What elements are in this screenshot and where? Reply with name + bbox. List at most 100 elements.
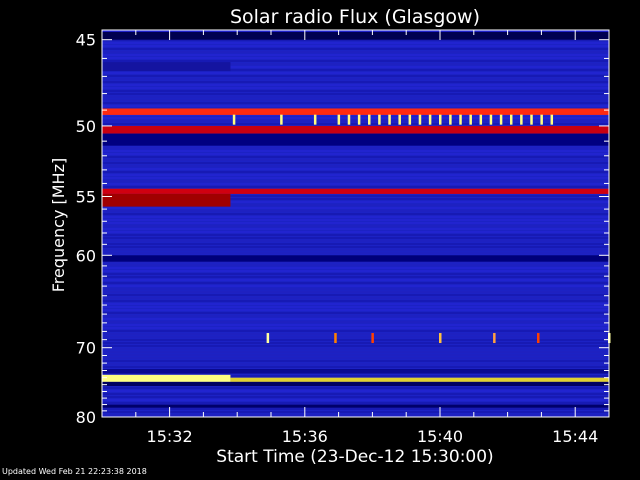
channel-stripe	[102, 303, 609, 305]
channel-stripe	[102, 297, 609, 299]
channel-stripe	[102, 273, 609, 275]
channel-stripe	[102, 84, 609, 86]
channel-stripe	[102, 162, 609, 164]
frequency-band	[102, 381, 609, 387]
channel-stripe	[102, 390, 609, 392]
channel-stripe	[102, 87, 609, 89]
burst-mark	[439, 114, 442, 125]
channel-stripe	[102, 321, 609, 323]
channel-stripe	[102, 309, 609, 311]
channel-stripe	[102, 102, 609, 104]
channel-stripe	[102, 315, 609, 317]
channel-stripe	[102, 300, 609, 302]
channel-stripe	[102, 159, 609, 161]
burst-mark	[408, 114, 412, 125]
channel-stripe	[102, 318, 609, 320]
channel-stripe	[102, 177, 609, 179]
y-tick-label: 50	[76, 117, 96, 136]
channel-stripe	[102, 336, 609, 338]
burst-mark	[469, 114, 472, 125]
channel-stripe	[102, 231, 609, 233]
channel-stripe	[102, 411, 609, 413]
x-tick-label: 15:36	[282, 427, 328, 446]
burst-mark	[540, 114, 543, 125]
channel-stripe	[102, 285, 609, 287]
channel-stripe	[102, 222, 609, 224]
x-tick-label: 15:40	[417, 427, 463, 446]
channel-stripe	[102, 387, 609, 389]
burst-mark	[418, 114, 422, 125]
channel-stripe	[102, 42, 609, 44]
y-tick-label: 45	[76, 31, 96, 50]
channel-stripe	[102, 366, 609, 368]
channel-stripe	[102, 183, 609, 185]
channel-stripe	[102, 99, 609, 101]
channel-stripe	[102, 168, 609, 170]
y-tick-label: 70	[76, 339, 96, 358]
channel-stripe	[102, 363, 609, 365]
burst-mark	[439, 333, 442, 344]
y-tick-label: 60	[76, 246, 96, 265]
burst-mark	[459, 114, 462, 125]
channel-stripe	[102, 213, 609, 215]
channel-stripe	[102, 180, 609, 182]
plot-area	[102, 30, 611, 417]
channel-stripe	[102, 57, 609, 59]
channel-stripe	[102, 243, 609, 245]
channel-stripe	[102, 93, 609, 95]
channel-stripe	[102, 288, 609, 290]
channel-stripe	[102, 246, 609, 248]
burst-mark	[368, 114, 371, 125]
channel-stripe	[102, 393, 609, 395]
burst-mark	[337, 114, 341, 125]
burst-mark	[509, 114, 513, 125]
channel-stripe	[102, 210, 609, 212]
burst-mark	[280, 114, 283, 125]
burst-mark	[489, 114, 493, 125]
channel-stripe	[102, 207, 609, 209]
channel-stripe	[102, 270, 609, 272]
channel-stripe	[102, 81, 609, 83]
burst-mark	[357, 114, 361, 125]
burst-mark	[334, 333, 337, 344]
burst-mark	[371, 333, 374, 344]
burst-mark	[530, 114, 533, 125]
channel-stripe	[102, 414, 609, 416]
y-tick-label: 80	[76, 408, 96, 427]
channel-stripe	[102, 240, 609, 242]
channel-stripe	[102, 252, 609, 254]
channel-stripe	[102, 408, 609, 410]
channel-stripe	[102, 54, 609, 56]
channel-stripe	[102, 402, 609, 404]
channel-stripe	[102, 156, 609, 158]
channel-stripe	[102, 324, 609, 326]
frequency-band	[102, 125, 609, 134]
channel-stripe	[102, 225, 609, 227]
burst-mark	[313, 114, 317, 125]
burst-mark	[479, 114, 483, 125]
channel-stripe	[102, 399, 609, 401]
channel-stripe	[102, 267, 609, 269]
burst-mark	[388, 114, 391, 125]
channel-stripe	[102, 51, 609, 53]
spectrogram-chart: 15:32 15:36 15:40 15:44 45 50 55 60 70 80 Solar r…	[0, 0, 640, 480]
channel-stripe	[102, 228, 609, 230]
burst-mark	[499, 114, 503, 125]
channel-stripe	[102, 171, 609, 173]
channel-stripe	[102, 279, 609, 281]
channel-stripe	[102, 306, 609, 308]
frequency-band	[102, 369, 609, 374]
frequency-band	[102, 404, 609, 408]
channel-stripe	[102, 165, 609, 167]
burst-mark	[347, 114, 351, 125]
channel-stripe	[102, 48, 609, 50]
x-tick-label: 15:32	[147, 427, 193, 446]
channel-stripe	[102, 294, 609, 296]
channel-stripe	[102, 117, 609, 119]
y-axis-label: Frequency [MHz]	[49, 158, 68, 292]
updated-timestamp: Updated Wed Feb 21 22:23:38 2018	[2, 467, 147, 476]
channel-stripe	[102, 327, 609, 329]
x-axis-label: Start Time (23-Dec-12 15:30:00)	[216, 447, 493, 467]
burst-mark	[520, 114, 523, 125]
channel-stripe	[102, 348, 609, 350]
